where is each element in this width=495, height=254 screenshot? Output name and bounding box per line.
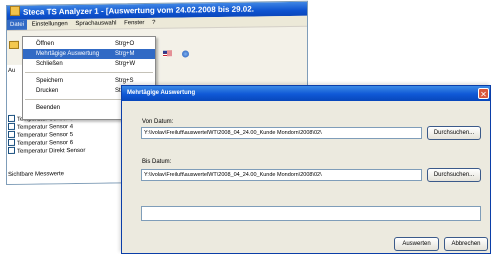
menu-item-label: Öffnen: [36, 41, 54, 47]
sensor-row[interactable]: Temperatur Direkt Sensor: [8, 146, 85, 155]
dialog-titlebar[interactable]: Mehrtägige Auswertung: [122, 86, 490, 101]
browse-from-button[interactable]: Durchsuchen...: [427, 126, 481, 140]
menu-fenster[interactable]: Fenster: [121, 18, 147, 28]
mehrtaegige-auswertung-dialog: Mehrtägige Auswertung ✕ Von Datum: Y:\Iv…: [121, 85, 491, 254]
panel-label: Au: [8, 67, 16, 74]
menu-shortcut: Strg+W: [115, 61, 136, 67]
sensor-label: Temperatur Direkt Sensor: [17, 147, 86, 155]
browse-to-button[interactable]: Durchsuchen...: [427, 168, 481, 182]
menu-shortcut: Strg+O: [115, 41, 135, 47]
menu-item-label: Drucken: [36, 88, 59, 94]
status-field: [141, 206, 481, 221]
menu-sprachauswahl[interactable]: Sprachauswahl: [72, 18, 119, 29]
close-icon[interactable]: ✕: [478, 88, 489, 99]
menu-datei[interactable]: Datei: [7, 19, 28, 30]
visible-values-label: Sichtbare Messwerte: [8, 171, 65, 178]
to-date-label: Bis Datum:: [142, 159, 172, 165]
to-date-path-input[interactable]: Y:\Ivolav\Freiluft\auswertelWT\2008_04_2…: [141, 169, 422, 181]
menu-item-oeffnen[interactable]: Öffnen Strg+O: [23, 39, 155, 49]
menu-item-mehrtaegige-auswertung[interactable]: Mehrtägige Auswertung Strg+M: [23, 49, 155, 59]
menu-shortcut: Strg+M: [115, 51, 135, 57]
folder-icon[interactable]: [9, 40, 19, 49]
globe-icon[interactable]: [182, 50, 189, 58]
checkbox[interactable]: [8, 114, 15, 122]
checkbox[interactable]: [8, 146, 15, 154]
us-flag-icon[interactable]: [163, 50, 172, 57]
abbrechen-button[interactable]: Abbrechen: [444, 237, 488, 251]
from-date-label: Von Datum:: [142, 119, 174, 125]
main-title: Steca TS Analyzer 1 - [Auswertung vom 24…: [23, 4, 254, 17]
checkbox[interactable]: [8, 138, 15, 146]
menu-item-schliessen[interactable]: Schließen Strg+W: [23, 59, 155, 69]
auswerten-button[interactable]: Auswerten: [394, 237, 439, 251]
menu-item-label: Beenden: [36, 105, 61, 111]
checkbox[interactable]: [8, 122, 15, 130]
menu-einstellungen[interactable]: Einstellungen: [29, 19, 71, 30]
menu-item-label: Mehrtägige Auswertung: [36, 51, 100, 57]
menu-item-label: Schließen: [36, 61, 63, 67]
menu-help[interactable]: ?: [149, 18, 158, 28]
sensor-list: Temperatur Sensor 3 Temperatur Sensor 4 …: [8, 114, 85, 155]
app-icon: [10, 5, 20, 16]
menu-item-label: Speichern: [36, 78, 64, 84]
checkbox[interactable]: [8, 130, 15, 138]
menu-separator: [25, 72, 153, 73]
dialog-title: Mehrtägige Auswertung: [127, 90, 196, 96]
from-date-path-input[interactable]: Y:\Ivolav\Freiluft\auswertelWT\2008_04_2…: [141, 127, 422, 139]
